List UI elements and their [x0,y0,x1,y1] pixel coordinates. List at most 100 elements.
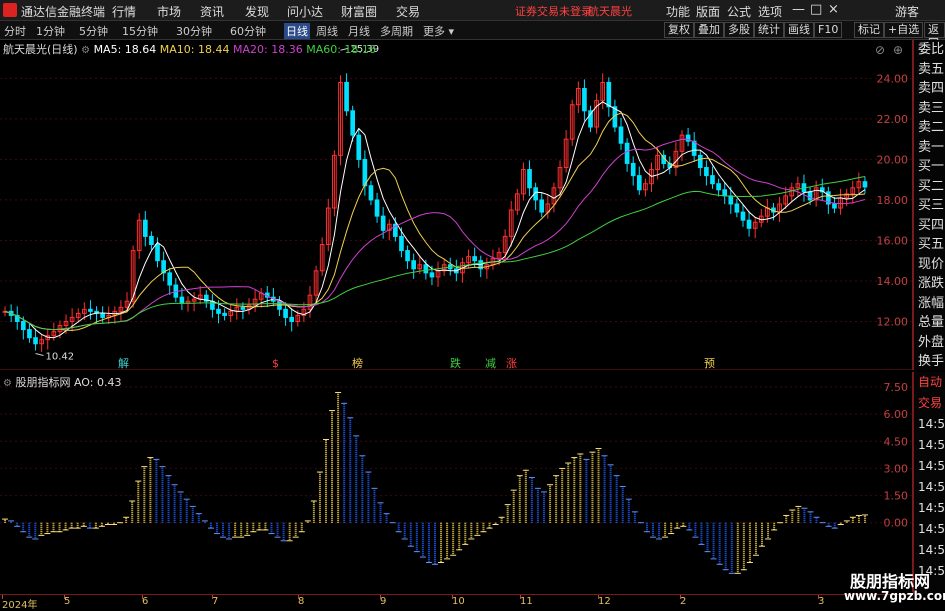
menu-wealth-circle[interactable]: 财富圈 [341,3,377,20]
period-tab-4[interactable]: 30分钟 [176,23,212,39]
event-mark[interactable]: 解 [118,356,129,370]
period-tab-6[interactable]: 日线 [284,23,310,39]
quote-field-9[interactable]: 买四 [914,216,945,236]
guest-label[interactable]: 游客 [895,3,919,20]
tool-button-0[interactable]: 复权 [664,22,694,38]
ma20-label: MA20: 18.36 [233,43,303,56]
quote-field-4[interactable]: 卖二 [914,118,945,138]
quote-field-7[interactable]: 买二 [914,177,945,197]
event-mark[interactable]: 减 [485,357,496,370]
quote-field-1[interactable]: 卖五 [914,60,945,80]
event-mark[interactable]: 涨 [506,357,517,370]
price-chart[interactable]: 24.0022.0020.0018.0016.0014.0012.00 25.3… [0,40,913,370]
period-tab-0[interactable]: 分时 [4,23,26,39]
menu-options[interactable]: 选项 [758,3,782,20]
tool-button-5[interactable]: F10 [814,22,843,38]
period-tab-5[interactable]: 60分钟 [230,23,266,39]
menu-ask[interactable]: 问小达 [287,3,323,20]
tool-button-8[interactable]: 返回 [924,22,945,50]
candle-body [27,329,32,339]
candle-body [832,203,837,209]
menu-market-quotes[interactable]: 行情 [112,3,136,20]
tool-button-6[interactable]: 标记 [854,22,884,38]
event-mark[interactable]: 预 [704,357,715,370]
date-tick-mark [2,595,3,599]
tool-button-7[interactable]: +自选 [884,22,924,38]
quote-field-2[interactable]: 卖四 [914,79,945,99]
candle-body [697,154,703,169]
trade-field-2: 14:56 [918,417,945,431]
period-tab-7[interactable]: 周线 [316,23,338,39]
quote-field-10[interactable]: 买五 [914,235,945,255]
quote-field-16[interactable]: 换手 [914,352,945,372]
event-mark[interactable]: $ [272,357,279,370]
menu-trade[interactable]: 交易 [396,3,420,20]
zoom-in-icon[interactable]: ⊕ [893,43,903,57]
main-legend: 航天晨光(日线) ⚙ MA5: 18.64 MA10: 18.44 MA20: … [3,41,376,57]
indicator-chart[interactable]: 7.50 6.00 4.50 3.00 1.50 0.00 [0,372,913,592]
quote-field-11[interactable]: 现价 [914,255,945,275]
quote-field-5[interactable]: 卖一 [914,138,945,158]
low-marker [35,353,44,356]
event-mark[interactable]: 榜 [352,356,363,370]
period-tab-8[interactable]: 月线 [348,23,370,39]
date-tick-mark [298,595,299,599]
price-tick: 20.00 [877,153,909,166]
tool-button-4[interactable]: 画线 [784,22,814,38]
indicator-tick: 3.00 [884,462,909,475]
tool-button-3[interactable]: 统计 [754,22,784,38]
quote-field-0[interactable]: 委比 [914,40,945,60]
menu-discover[interactable]: 发现 [245,3,269,20]
candle-body [636,175,642,191]
minimize-icon[interactable]: — [792,2,805,17]
candle-body [716,183,721,191]
date-tick: 11 [520,596,533,607]
candle-body [740,211,746,221]
collapse-icon[interactable]: ⊘ [875,43,885,57]
period-tab-10[interactable]: 更多 ▾ [423,23,454,39]
menu-layout[interactable]: 版面 [696,3,720,20]
tool-button-1[interactable]: 叠加 [694,22,724,38]
date-tick-mark [142,595,143,599]
candle-body [149,235,154,246]
tool-button-2[interactable]: 多股 [724,22,754,38]
trade-field-6: 14:56 [918,501,945,515]
date-tick-mark [380,595,381,599]
settings-icon[interactable]: ⚙ [81,45,90,56]
maximize-icon[interactable]: □ [810,2,822,17]
menu-market[interactable]: 市场 [157,3,181,20]
ma5-line [4,101,866,339]
candle-body [210,300,215,310]
trade-field-1[interactable]: 交易 [914,393,945,414]
indicator-value: AO: 0.43 [73,376,122,389]
candle-body [350,110,355,136]
event-mark[interactable]: 跌 [450,356,461,370]
candle-body [216,308,221,314]
menu-function[interactable]: 功能 [666,3,690,20]
login-notice[interactable]: 证券交易未登录 [515,3,592,19]
candle-body [722,189,728,197]
date-tick-mark [680,595,681,599]
sub-legend: ⚙ 股朋指标网 AO: 0.43 [3,374,121,390]
quote-field-8[interactable]: 买三 [914,196,945,216]
period-tab-1[interactable]: 1分钟 [36,23,65,39]
candle-body [710,175,715,185]
period-tab-9[interactable]: 多周期 [380,23,413,39]
candle-body [539,199,545,213]
stock-title: 航天晨光(日线) [3,43,78,56]
settings-icon[interactable]: ⚙ [3,378,12,389]
period-tab-2[interactable]: 5分钟 [79,23,108,39]
quote-field-14[interactable]: 总量 [914,313,945,333]
quote-field-3[interactable]: 卖三 [914,99,945,119]
date-tick-mark [818,595,819,599]
menu-news[interactable]: 资讯 [200,3,224,20]
period-tab-3[interactable]: 15分钟 [122,23,158,39]
quote-field-13[interactable]: 涨幅 [914,294,945,314]
quote-field-12[interactable]: 涨跌 [914,274,945,294]
quote-field-15[interactable]: 外盘 [914,333,945,353]
quote-field-6[interactable]: 买一 [914,157,945,177]
trade-field-0[interactable]: 自动 [914,372,945,393]
price-tick: 16.00 [877,234,909,247]
menu-formula[interactable]: 公式 [727,3,751,20]
close-icon[interactable]: × [828,2,839,17]
